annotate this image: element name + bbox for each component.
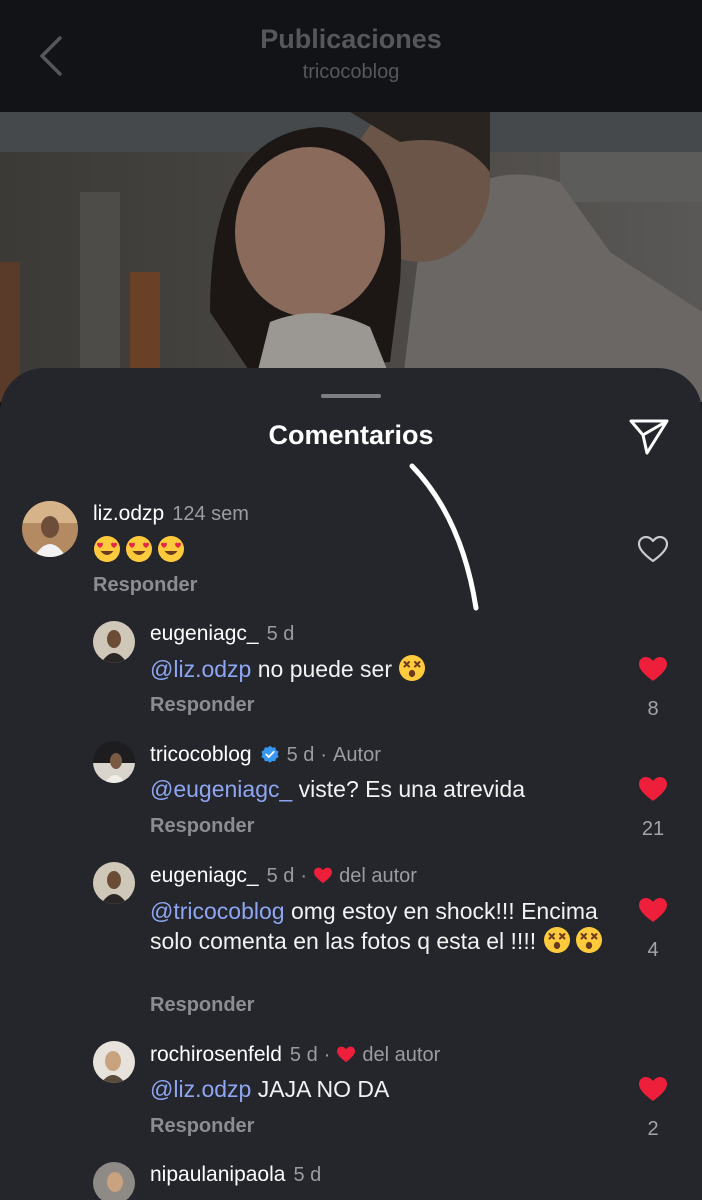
- comment-text: @eugeniagc_ viste? Es una atrevida: [150, 776, 525, 802]
- comment-text: @liz.odzp no puede ser: [150, 654, 620, 684]
- like-count: 21: [641, 818, 665, 840]
- comment-time: 5 d: [293, 1163, 322, 1186]
- comment-username[interactable]: tricocoblog: [150, 743, 252, 767]
- heart-eyes-emoji: [125, 535, 153, 563]
- comment-username[interactable]: liz.odzp: [93, 502, 164, 526]
- dizzy-face-emoji: [398, 654, 426, 682]
- comment-text: @tricocoblog omg estoy en shock!!! Encim…: [150, 897, 620, 956]
- separator-dot: ·: [320, 743, 328, 766]
- mention-link[interactable]: @liz.odzp: [150, 656, 251, 682]
- author-tag: Autor: [333, 743, 381, 766]
- like-filled-icon[interactable]: [638, 656, 668, 684]
- comment-username[interactable]: eugeniagc_: [150, 864, 259, 888]
- header: Publicaciones tricocoblog: [0, 0, 702, 112]
- like-outline-icon[interactable]: [638, 536, 668, 564]
- avatar[interactable]: [93, 1041, 135, 1083]
- heart-eyes-emoji: [157, 535, 185, 563]
- like-filled-icon[interactable]: [638, 897, 668, 925]
- comment-text: [93, 535, 563, 565]
- avatar[interactable]: [93, 1162, 135, 1200]
- separator-dot: ·: [300, 864, 308, 887]
- dizzy-face-emoji: [575, 926, 603, 954]
- page-title: Publicaciones: [260, 24, 442, 54]
- author-liked-heart-icon: [337, 1046, 356, 1063]
- like-filled-icon[interactable]: [638, 776, 668, 804]
- comment-time: 5 d: [286, 743, 315, 766]
- comment-time: 5 d: [266, 622, 295, 645]
- like-count: 2: [647, 1118, 659, 1140]
- verified-badge-icon: [260, 745, 279, 763]
- reply-button[interactable]: Responder: [150, 815, 254, 838]
- mention-link[interactable]: @liz.odzp: [150, 1076, 251, 1102]
- post-photo: [0, 112, 702, 402]
- sheet-grabber[interactable]: [321, 394, 381, 398]
- reply-button[interactable]: Responder: [150, 694, 254, 717]
- share-icon[interactable]: [627, 416, 671, 456]
- comment-username[interactable]: rochirosenfeld: [150, 1043, 282, 1067]
- author-like-tag: del autor: [362, 1043, 441, 1066]
- comment-time: 124 sem: [172, 502, 249, 525]
- reply-button[interactable]: Responder: [150, 994, 254, 1017]
- page-subtitle[interactable]: tricocoblog: [0, 61, 702, 84]
- dizzy-face-emoji: [543, 926, 571, 954]
- comment-username[interactable]: eugeniagc_: [150, 622, 259, 646]
- mention-link[interactable]: @tricocoblog: [150, 898, 285, 924]
- mention-link[interactable]: @eugeniagc_: [150, 776, 292, 802]
- comment-username[interactable]: nipaulanipaola: [150, 1163, 285, 1187]
- like-filled-icon[interactable]: [638, 1076, 668, 1104]
- author-like-tag: del autor: [339, 864, 417, 887]
- comment-time: 5 d: [266, 864, 295, 887]
- avatar[interactable]: [22, 501, 78, 557]
- comment-time: 5 d: [289, 1043, 318, 1066]
- avatar[interactable]: [93, 621, 135, 663]
- heart-eyes-emoji: [93, 535, 121, 563]
- reply-button[interactable]: Responder: [93, 574, 197, 597]
- author-liked-heart-icon: [314, 867, 333, 884]
- like-count: 4: [647, 939, 659, 961]
- like-count: 8: [647, 698, 659, 720]
- sheet-title: Comentarios: [268, 420, 434, 450]
- separator-dot: ·: [323, 1043, 331, 1066]
- avatar[interactable]: [93, 862, 135, 904]
- reply-button[interactable]: Responder: [150, 1115, 254, 1138]
- comment-text: @liz.odzp JAJA NO DA: [150, 1076, 390, 1102]
- avatar[interactable]: [93, 741, 135, 783]
